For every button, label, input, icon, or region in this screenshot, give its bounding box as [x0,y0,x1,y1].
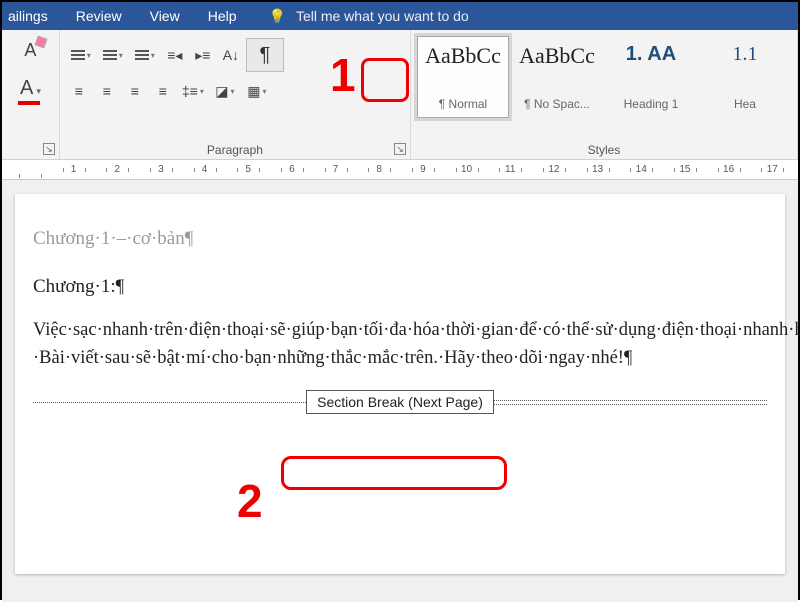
ruler-tick: 11 [488,164,532,175]
increase-indent-button[interactable]: ▸≡ [190,42,216,68]
style-tile-1[interactable]: AaBbCc ¶ No Spac... [511,36,603,118]
decrease-indent-button[interactable]: ≡◂ [162,42,188,68]
ruler-tick: 10 [445,164,489,175]
menu-bar: ailings Review View Help 💡 Tell me what … [2,2,798,30]
show-hide-paragraph-marks-button[interactable]: ¶ [246,38,284,72]
body-paragraph[interactable]: Việc·sạc·nhanh·trên·điện·thoại·sẽ·giúp·b… [33,316,767,372]
styles-group: AaBbCc ¶ Normal AaBbCc ¶ No Spac... 1. AA Hea… [411,30,798,159]
paragraph-group: ▾ ▾ ▾ ≡◂ ▸≡ A↓ ¶ ≡ ≡ ≡ ≡ ‡≡▾ ◪▾ ▦▾ Parag… [60,30,411,159]
ruler-tick: 1 [52,164,96,175]
font-color-button[interactable]: A▾ [20,77,41,100]
chapter-title[interactable]: Chương·1:¶ [33,276,767,298]
ruler-tick: 9 [401,164,445,175]
numbering-button[interactable]: ▾ [98,42,128,68]
section-break-label: Section Break (Next Page) [306,390,494,414]
sort-button[interactable]: A↓ [218,42,244,68]
align-left-button[interactable]: ≡ [66,78,92,104]
ribbon: A A▾ ↘ ▾ ▾ ▾ ≡◂ ▸≡ A↓ ¶ ≡ ≡ ≡ ≡ ‡≡▾ ◪▾ [2,30,798,160]
style-sample: 1. AA [626,43,676,66]
font-group: A A▾ ↘ [2,30,60,159]
document-area: Chương·1·–·cơ·bản¶ Chương·1:¶ Việc·sạc·n… [2,180,798,602]
align-right-button[interactable]: ≡ [122,78,148,104]
ruler-tick: 14 [619,164,663,175]
page-header-text[interactable]: Chương·1·–·cơ·bản¶ [33,228,767,250]
lightbulb-icon: 💡 [269,8,286,25]
annotation-number-2: 2 [237,474,263,528]
eraser-icon [35,36,48,49]
ruler-tick: 5 [226,164,270,175]
section-break-line-left [33,402,306,403]
style-sample: AaBbCc [425,43,501,69]
annotation-highlight-2 [281,456,507,490]
tab-help[interactable]: Help [208,8,237,24]
style-label: Heading 1 [624,97,679,111]
ruler-tick: 4 [183,164,227,175]
line-spacing-button[interactable]: ‡≡▾ [178,78,208,104]
ruler-tick: 15 [663,164,707,175]
style-tile-2[interactable]: 1. AA Heading 1 [605,36,697,118]
align-center-button[interactable]: ≡ [94,78,120,104]
tab-mailings[interactable]: ailings [8,8,48,24]
style-tile-0[interactable]: AaBbCc ¶ Normal [417,36,509,118]
ruler-tick: 17 [750,164,794,175]
style-sample: AaBbCc [519,43,595,69]
ruler-tick: 8 [357,164,401,175]
section-break-indicator: Section Break (Next Page) [33,390,767,414]
ruler-tick: 16 [707,164,751,175]
ruler-tick: 6 [270,164,314,175]
horizontal-ruler[interactable]: 1234567891011121314151617 [2,160,798,180]
tab-review[interactable]: Review [76,8,122,24]
ruler-tick: 2 [95,164,139,175]
style-tile-3[interactable]: 1.1 Hea [699,36,791,118]
multilevel-list-button[interactable]: ▾ [130,42,160,68]
page[interactable]: Chương·1·–·cơ·bản¶ Chương·1:¶ Việc·sạc·n… [15,194,785,574]
paragraph-group-label: Paragraph [60,140,410,159]
styles-group-label: Styles [411,140,797,159]
ruler-tick: 13 [576,164,620,175]
justify-button[interactable]: ≡ [150,78,176,104]
bullets-button[interactable]: ▾ [66,42,96,68]
ruler-tick: 7 [314,164,358,175]
shading-button[interactable]: ◪▾ [210,78,240,104]
ruler-tick: 3 [139,164,183,175]
borders-button[interactable]: ▦▾ [242,78,272,104]
style-label: ¶ Normal [439,97,487,111]
section-break-line-right [494,400,767,405]
style-label: Hea [734,97,756,111]
clear-formatting-button[interactable]: A [24,40,36,61]
style-sample: 1.1 [732,43,757,66]
paragraph-dialog-launcher[interactable]: ↘ [394,143,406,155]
font-dialog-launcher[interactable]: ↘ [43,143,55,155]
tell-me-search[interactable]: Tell me what you want to do [296,8,469,24]
styles-gallery[interactable]: AaBbCc ¶ Normal AaBbCc ¶ No Spac... 1. AA Hea… [417,34,791,118]
ruler-tick: 12 [532,164,576,175]
tab-view[interactable]: View [150,8,180,24]
style-label: ¶ No Spac... [524,97,590,111]
